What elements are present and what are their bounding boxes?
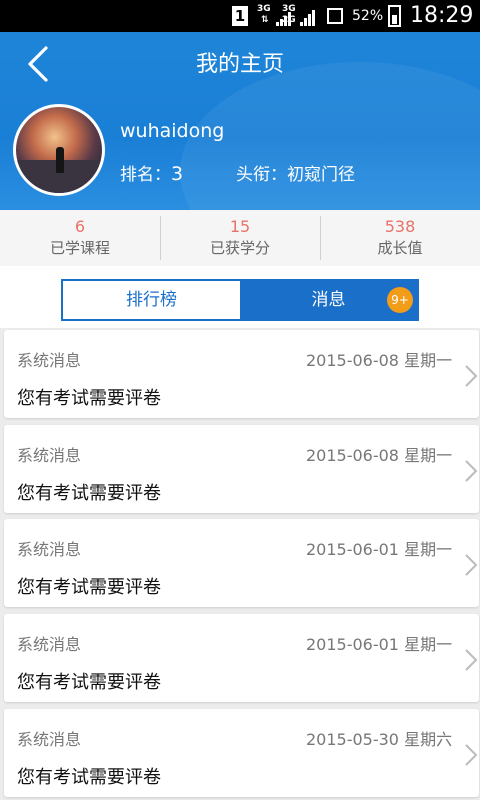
- battery-icon: [388, 5, 401, 27]
- message-date: 2015-06-01 星期一: [306, 540, 453, 559]
- message-notification-icon: [327, 8, 343, 24]
- message-body: 您有考试需要评卷: [17, 483, 161, 504]
- user-title: 头衔：初窥门径: [236, 165, 355, 185]
- message-body: 您有考试需要评卷: [17, 577, 161, 598]
- message-body: 您有考试需要评卷: [17, 767, 161, 788]
- rank-value: 3: [171, 163, 184, 185]
- header-decoration: [180, 62, 480, 210]
- stat-credits[interactable]: 15 已获学分: [160, 210, 320, 266]
- chevron-right-icon: [465, 744, 478, 766]
- status-bar: 1 3G ⇅ 3G 2G 52% 18:29: [0, 0, 480, 32]
- message-date: 2015-06-01 星期一: [306, 635, 453, 654]
- stat-growth[interactable]: 538 成长值: [320, 210, 480, 266]
- stat-courses-label: 已学课程: [49, 239, 110, 257]
- stats-bar: 6 已学课程 15 已获学分 538 成长值: [0, 210, 480, 266]
- message-type: 系统消息: [17, 446, 82, 465]
- unread-badge: 9+: [387, 287, 413, 313]
- avatar[interactable]: [13, 104, 105, 196]
- tabs-area: 排行榜 消息 9+: [0, 266, 480, 328]
- list-item[interactable]: 系统消息 2015-06-08 星期一 您有考试需要评卷: [4, 330, 479, 418]
- stat-courses[interactable]: 6 已学课程: [0, 210, 160, 266]
- network-type-3g: 3G: [257, 4, 271, 14]
- page-title: 我的主页: [195, 52, 284, 77]
- chevron-right-icon: [465, 460, 478, 482]
- tab-leaderboard[interactable]: 排行榜: [63, 281, 240, 319]
- chevron-right-icon: [465, 365, 478, 387]
- stat-growth-value: 538: [384, 217, 416, 236]
- signal-bars-icon-2: [300, 8, 315, 26]
- tab-messages[interactable]: 消息 9+: [240, 281, 417, 319]
- message-body: 您有考试需要评卷: [17, 388, 161, 409]
- message-type: 系统消息: [17, 540, 82, 559]
- message-body: 您有考试需要评卷: [17, 672, 161, 693]
- network-type-3g-secondary: 3G: [282, 4, 296, 14]
- list-item[interactable]: 系统消息 2015-06-01 星期一 您有考试需要评卷: [4, 614, 479, 702]
- chevron-right-icon: [465, 649, 478, 671]
- network-type-2g: 2G: [282, 15, 296, 25]
- status-time: 18:29: [410, 3, 474, 28]
- username: wuhaidong: [120, 120, 225, 142]
- list-item[interactable]: 系统消息 2015-05-30 星期六 您有考试需要评卷: [4, 709, 479, 797]
- list-item[interactable]: 系统消息 2015-06-01 星期一 您有考试需要评卷: [4, 519, 479, 607]
- stat-credits-value: 15: [229, 217, 251, 236]
- stat-credits-label: 已获学分: [209, 239, 270, 257]
- message-type: 系统消息: [17, 635, 82, 654]
- profile-header: 我的主页 wuhaidong 排名：3 头衔：初窥门径: [0, 32, 480, 210]
- message-type: 系统消息: [17, 351, 82, 370]
- list-item[interactable]: 系统消息 2015-06-08 星期一 您有考试需要评卷: [4, 425, 479, 513]
- chevron-right-icon: [465, 554, 478, 576]
- tab-messages-label: 消息: [311, 290, 346, 310]
- stat-courses-value: 6: [74, 217, 86, 236]
- battery-percent: 52%: [352, 8, 384, 24]
- message-date: 2015-05-30 星期六: [306, 730, 453, 749]
- message-date: 2015-06-08 星期一: [306, 351, 453, 370]
- sim-card-icon: 1: [232, 6, 248, 26]
- segmented-tabs: 排行榜 消息 9+: [61, 279, 419, 321]
- rank-label: 排名：: [120, 165, 171, 185]
- stat-growth-label: 成长值: [377, 239, 423, 257]
- data-arrows-icon: ⇅: [261, 15, 269, 25]
- message-date: 2015-06-08 星期一: [306, 446, 453, 465]
- message-type: 系统消息: [17, 730, 82, 749]
- rank-info: 排名：3: [120, 160, 183, 185]
